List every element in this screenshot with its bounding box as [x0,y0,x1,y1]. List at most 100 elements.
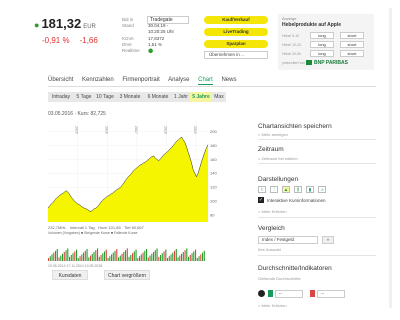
volume-bar [55,250,57,261]
divider [258,217,376,218]
volume-bar [179,255,181,261]
compare-add-button[interactable]: » [322,236,334,244]
ohlc-chart-icon[interactable]: ⫶ [270,186,278,193]
volume-bar [88,257,90,261]
indicator-select-2[interactable]: -- [317,290,345,298]
volume-bar [174,250,176,261]
period-10-days[interactable]: 10 Tage [94,92,116,102]
volume-bar [139,256,141,261]
compare-select-value: Index / Festgeld [262,237,295,242]
indicator-select-1[interactable]: -- [275,290,303,298]
volume-bar [112,252,114,261]
price-change: -0,91 % -1,66 [42,36,108,45]
volume-bar [186,248,188,261]
volume-bar [105,249,107,261]
buy-sell-button[interactable]: Kauf/Verkauf [204,16,268,24]
volume-bar [133,251,135,261]
indicator-color-swatch[interactable] [310,290,315,297]
volume-bar [97,248,99,261]
price-data-button[interactable]: Kursdaten [52,270,88,280]
transfer-dropdown[interactable]: Übernehmen in ... [204,51,268,59]
period-3-months[interactable]: 3 Monate [116,92,144,102]
volume-bar [116,249,118,261]
custom-range-link[interactable]: > Zeitraum frei wählen [258,156,298,161]
info-value: 17,8372 [148,35,165,41]
divider [258,255,376,256]
period-5-years[interactable]: 5 Jahre [190,92,212,102]
indicator-toggle-icon[interactable] [258,290,265,297]
show-more-link[interactable]: > Mehr anzeigen [258,132,288,137]
period-6-months[interactable]: 6 Monate [144,92,172,102]
interactive-checkbox-label: Interaktive Kursinformationen [267,198,326,203]
footer-high: Hoch 101,85 [98,225,121,230]
y-tick-label: 120 [210,185,217,190]
tab-analyse[interactable]: Analyse [168,77,189,83]
long-button[interactable]: long [310,32,334,39]
enlarge-chart-button[interactable]: Chart vergrößern [104,270,150,280]
indicator-select-2-value: -- [321,291,324,296]
volume-bar [118,257,120,261]
indicator-color-swatch[interactable] [268,290,273,297]
realtime-toggle-icon[interactable]: ⬤ [148,48,153,53]
volume-axis: 19.05.2014 17.11.2014 19.05.2015 [48,264,103,268]
volume-bar [156,248,158,261]
period-1-year[interactable]: 1 Jahr [172,92,190,102]
venue-select[interactable]: Tradegate [147,16,189,24]
price-chart[interactable]: 80 100 120 140 160 180 200 2015 2016 2017 2018 2019 [46,117,222,232]
transfer-label: Übernehmen in ... [209,52,245,57]
short-button[interactable]: short [340,32,364,39]
volume-bar [198,256,200,261]
volume-bar [137,258,139,261]
tab-firmenportrait[interactable]: Firmenportrait [122,77,159,83]
x-tick-label: 2016 [104,126,108,134]
footer-low-value: Tief 60,667 [123,225,144,230]
tab-news[interactable]: News [221,77,236,83]
bar-chart-icon[interactable]: ▮ [306,186,314,193]
tab-overview[interactable]: Übersicht [48,77,73,83]
change-absolute: -1,66 [79,36,98,45]
short-button[interactable]: short [340,41,364,48]
volume-bar [126,248,128,261]
compare-heading: Vergleich [258,225,285,232]
volume-bar [84,250,86,261]
interactive-checkbox[interactable]: ✓ [258,197,264,203]
page-scrollbar[interactable] [389,8,392,308]
volume-bar [109,256,111,261]
volume-bar [48,258,50,261]
lever-label: Hebel 20-50 [282,52,302,56]
long-button[interactable]: long [310,41,334,48]
compare-select[interactable]: Index / Festgeld [258,236,318,244]
candle-chart-icon[interactable]: ⫼ [294,186,302,193]
area-chart-icon[interactable]: ▲ [282,186,290,193]
line-chart-icon[interactable]: ⌇ [258,186,266,193]
mountain-chart-icon[interactable]: ⩘ [318,186,326,193]
live-trading-button[interactable]: LiveTrading [204,28,268,36]
short-button[interactable]: short [340,50,364,57]
volume-bar [49,256,51,261]
sponsor-logo[interactable]: BNP PARIBAS [306,60,348,66]
volume-bar [77,258,79,261]
volume-bar [153,252,155,261]
volume-bar [170,254,172,261]
period-intraday[interactable]: Intraday [48,92,74,102]
indicator-select-1-value: -- [279,291,282,296]
volume-bar [79,256,81,261]
y-tick-label: 100 [210,199,217,204]
period-5-days[interactable]: 5 Tage [74,92,94,102]
tab-chart[interactable]: Chart [198,77,213,85]
volume-bar [202,252,204,261]
volume-bar [95,250,97,261]
lever-label: Hebel 10-20 [282,43,302,47]
long-button[interactable]: long [310,50,334,57]
volume-bar [191,253,193,261]
more-criteria-link[interactable]: > Mehr Kriterien [258,209,287,214]
period-max[interactable]: Max [212,92,226,102]
volume-bar [158,256,160,261]
more-criteria-link[interactable]: > Mehr Kriterien [258,303,287,308]
currency: EUR [83,24,96,30]
volume-bar [107,258,109,261]
tab-kennzahlen[interactable]: Kennzahlen [82,77,114,83]
volume-bar [196,258,198,261]
savings-plan-button[interactable]: Sparplan [204,40,268,48]
volume-bar [69,256,71,261]
